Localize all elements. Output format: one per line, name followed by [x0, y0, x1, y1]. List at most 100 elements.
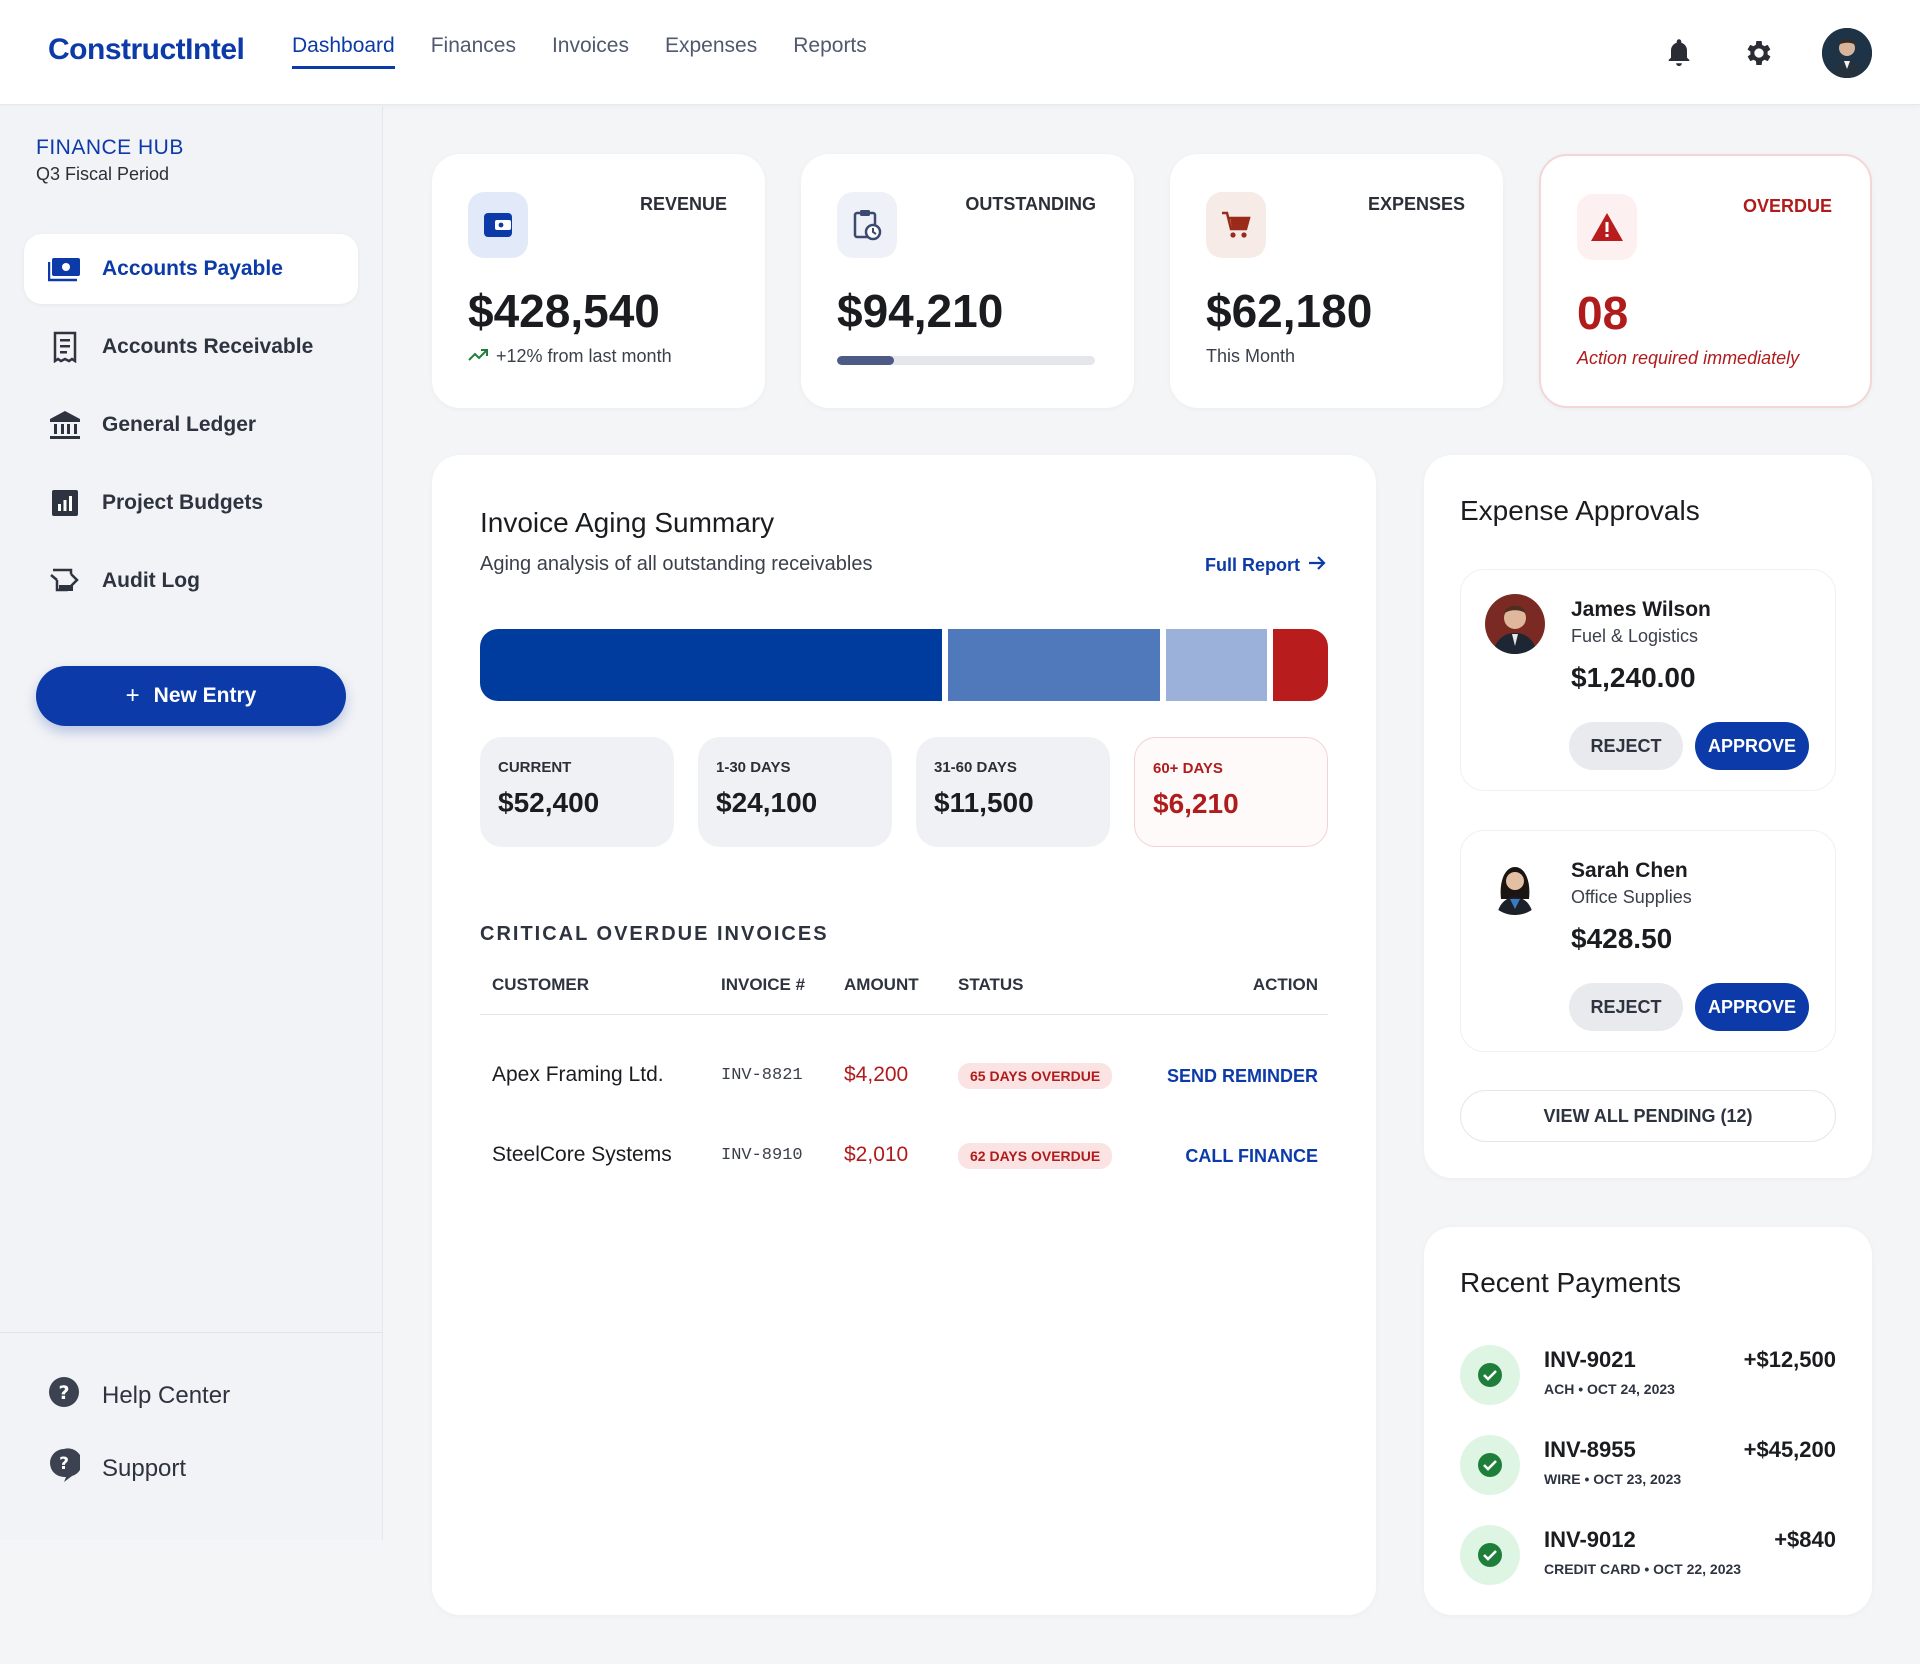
- full-report-link[interactable]: Full Report: [1205, 555, 1326, 576]
- expense-category: Fuel & Logistics: [1571, 626, 1699, 646]
- sidebar-item-project-budgets[interactable]: Project Budgets: [24, 468, 358, 538]
- approve-button[interactable]: APPROVE: [1695, 983, 1809, 1031]
- aging-stacked-bar: [480, 629, 1328, 701]
- kpi-value: $62,180: [1206, 285, 1373, 337]
- main-nav: Dashboard Finances Invoices Expenses Rep…: [292, 34, 867, 69]
- kpi-overdue-card: OVERDUE 08 Action required immediately: [1539, 154, 1872, 408]
- sidebar-item-audit-log[interactable]: Audit Log: [24, 546, 358, 616]
- kpi-label: EXPENSES: [1367, 194, 1465, 214]
- full-report-label: Full Report: [1205, 555, 1300, 575]
- send-reminder-button[interactable]: SEND REMINDER: [1167, 1066, 1318, 1087]
- pending-actions-icon: [837, 192, 897, 258]
- help-icon: ?: [48, 1376, 80, 1415]
- bank-icon: [48, 408, 82, 442]
- user-avatar[interactable]: [1822, 28, 1872, 78]
- cell-customer: Apex Framing Ltd.: [492, 1063, 664, 1086]
- help-center-link[interactable]: ? Help Center: [48, 1376, 230, 1415]
- approver-name: Sarah Chen: [1571, 859, 1688, 882]
- kpi-label: OUTSTANDING: [965, 194, 1096, 214]
- history-edu-icon: [48, 564, 82, 598]
- gear-icon[interactable]: [1742, 36, 1776, 70]
- kpi-label: REVENUE: [639, 194, 727, 214]
- bucket-label: 60+ DAYS: [1153, 760, 1223, 777]
- sidebar-divider: [0, 1332, 383, 1333]
- cart-icon: [1206, 192, 1266, 258]
- trending-up-icon: [468, 346, 488, 367]
- approve-button[interactable]: APPROVE: [1695, 722, 1809, 770]
- kpi-sub: This Month: [1206, 346, 1296, 366]
- aging-segment: [1273, 629, 1328, 701]
- outstanding-progress-bar: [837, 356, 1095, 365]
- critical-invoices-title: CRITICAL OVERDUE INVOICES: [480, 923, 829, 945]
- kpi-value: $94,210: [837, 285, 1004, 337]
- aging-subtitle: Aging analysis of all outstanding receiv…: [480, 553, 873, 575]
- nav-expenses[interactable]: Expenses: [665, 34, 757, 69]
- reject-button[interactable]: REJECT: [1569, 983, 1683, 1031]
- top-navbar: ConstructIntel Dashboard Finances Invoic…: [0, 0, 1920, 105]
- sidebar-item-accounts-payable[interactable]: Accounts Payable: [24, 234, 358, 304]
- sidebar-item-label: Accounts Receivable: [102, 335, 314, 358]
- expense-amount: $1,240.00: [1571, 662, 1696, 693]
- nav-finances[interactable]: Finances: [431, 34, 516, 69]
- approvals-title: Expense Approvals: [1460, 495, 1700, 526]
- nav-reports[interactable]: Reports: [793, 34, 867, 69]
- col-customer: CUSTOMER: [492, 975, 589, 994]
- call-finance-button[interactable]: CALL FINANCE: [1185, 1146, 1318, 1167]
- table-header: CUSTOMER INVOICE # AMOUNT STATUS ACTION: [480, 975, 1328, 1015]
- nav-dashboard[interactable]: Dashboard: [292, 34, 395, 69]
- bell-icon[interactable]: [1662, 36, 1696, 70]
- cell-amount: $4,200: [844, 1063, 909, 1086]
- bucket-60-plus: 60+ DAYS $6,210: [1134, 737, 1328, 847]
- expense-amount: $428.50: [1571, 923, 1673, 954]
- kpi-value: $428,540: [468, 285, 660, 337]
- payment-meta: WIRE • OCT 23, 2023: [1544, 1471, 1682, 1487]
- app-logo[interactable]: ConstructIntel: [48, 33, 245, 67]
- sidebar-item-label: Accounts Payable: [102, 257, 283, 280]
- kpi-trend-text: +12% from last month: [496, 346, 672, 366]
- status-badge: 65 DAYS OVERDUE: [958, 1063, 1113, 1089]
- col-invoice: INVOICE #: [721, 975, 806, 994]
- aging-segment: [480, 629, 942, 701]
- status-badge: 62 DAYS OVERDUE: [958, 1143, 1113, 1169]
- approver-name: James Wilson: [1571, 598, 1711, 621]
- payment-amount: +$840: [1774, 1527, 1836, 1552]
- payment-row[interactable]: INV-9012 CREDIT CARD • OCT 22, 2023 +$84…: [1460, 1521, 1836, 1585]
- reject-button[interactable]: REJECT: [1569, 722, 1683, 770]
- bucket-value: $11,500: [934, 787, 1034, 818]
- new-entry-button[interactable]: + New Entry: [36, 666, 346, 726]
- view-all-pending-button[interactable]: VIEW ALL PENDING (12): [1460, 1090, 1836, 1142]
- plus-icon: +: [125, 682, 140, 709]
- avatar: [1485, 855, 1545, 915]
- nav-invoices[interactable]: Invoices: [552, 34, 629, 69]
- wallet-icon: [468, 192, 528, 258]
- support-link[interactable]: ? Support: [48, 1448, 186, 1489]
- recent-payments-panel: Recent Payments INV-9021 ACH • OCT 24, 2…: [1424, 1227, 1872, 1615]
- check-circle-icon: [1460, 1525, 1520, 1585]
- sidebar-item-general-ledger[interactable]: General Ledger: [24, 390, 358, 460]
- support-label: Support: [102, 1454, 187, 1482]
- payment-row[interactable]: INV-9021 ACH • OCT 24, 2023 +$12,500: [1460, 1341, 1836, 1405]
- sidebar-item-label: Project Budgets: [102, 491, 264, 514]
- col-action: ACTION: [1252, 975, 1318, 994]
- cell-customer: SteelCore Systems: [492, 1143, 672, 1166]
- bucket-current: CURRENT $52,400: [480, 737, 674, 847]
- table-row: Apex Framing Ltd. INV-8821 $4,200 65 DAY…: [480, 1035, 1328, 1115]
- bucket-1-30: 1-30 DAYS $24,100: [698, 737, 892, 847]
- kpi-outstanding-card: OUTSTANDING $94,210: [801, 154, 1134, 408]
- hub-subtitle: Q3 Fiscal Period: [36, 164, 170, 184]
- invoice-aging-panel: Invoice Aging Summary Aging analysis of …: [432, 455, 1376, 1615]
- col-amount: AMOUNT: [844, 975, 919, 994]
- sidebar-item-label: Audit Log: [102, 569, 200, 592]
- bucket-label: CURRENT: [498, 759, 572, 776]
- bucket-label: 1-30 DAYS: [716, 759, 791, 776]
- payment-amount: +$12,500: [1743, 1347, 1836, 1372]
- payment-row[interactable]: INV-8955 WIRE • OCT 23, 2023 +$45,200: [1460, 1431, 1836, 1495]
- bucket-value: $6,210: [1153, 788, 1239, 819]
- expense-category: Office Supplies: [1571, 887, 1692, 907]
- top-actions: [1662, 28, 1872, 78]
- payment-amount: +$45,200: [1743, 1437, 1836, 1462]
- sidebar-item-label: General Ledger: [102, 413, 257, 436]
- hub-title: FINANCE HUB: [36, 136, 184, 159]
- sidebar-item-accounts-receivable[interactable]: Accounts Receivable: [24, 312, 358, 382]
- bucket-label: 31-60 DAYS: [934, 759, 1017, 776]
